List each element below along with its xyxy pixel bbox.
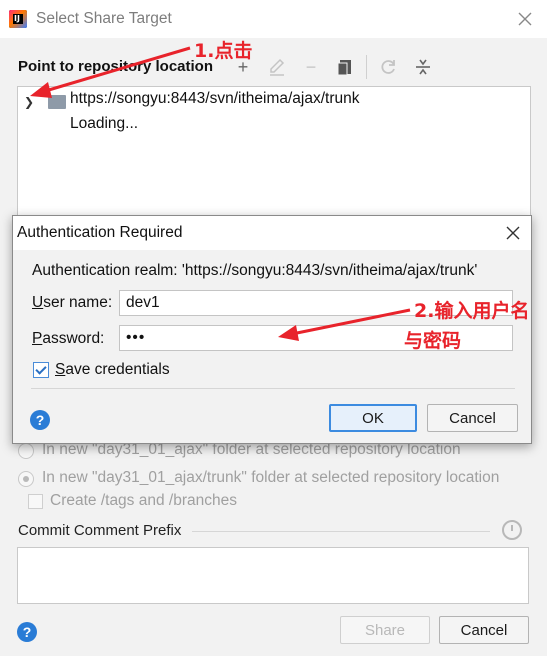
annotation-arrows [30,46,411,341]
annotation-step2-line2: 与密码 [404,330,462,352]
annotation-step1: 1.点击 [194,40,253,62]
annotation-step2-line1: 2.输入用户名 [414,300,530,322]
